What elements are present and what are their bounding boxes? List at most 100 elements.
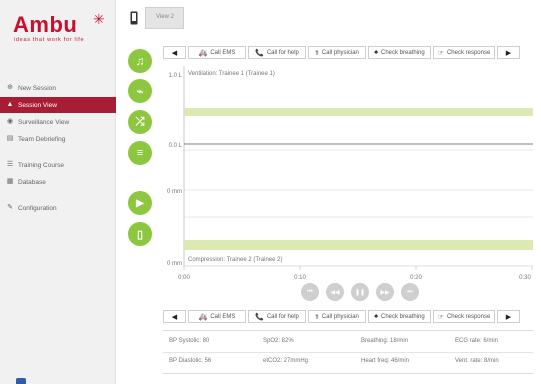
y-label-compression-top: 0 mm [167,189,182,195]
physician-icon: ⚕ [315,49,319,57]
wrench-icon: ✎ [7,204,13,211]
call-physician-button[interactable]: ⚕ Call physician [308,310,366,323]
database-icon: ▦ [6,178,14,185]
vitals-panel: BP Systolic: 80 SpO2: 82% Breathing: 18/… [163,330,533,374]
logo-wordmark: Ambu [13,12,78,37]
settings-sliders-button[interactable]: ≡ [128,141,152,165]
sidebar-item-new-session[interactable]: ⊕ New Session [0,80,116,96]
sidebar: Ambu ✳ ideas that work for life ⊕ New Se… [0,0,116,384]
sidebar-item-label: Surveillance View [18,118,70,126]
sidebar-item-configuration[interactable]: ✎ Configuration [0,200,116,216]
sidebar-item-label: Team Debriefing [18,135,66,143]
vitals-divider [163,352,533,353]
check-breathing-button[interactable]: ♠ Check breathing [368,46,431,59]
logo-tagline: ideas that work for life [14,37,85,43]
compression-title: Compression: Trainee 2 (Trainee 2) [188,257,283,263]
heartbeat-icon: ⌁ [136,85,144,98]
sidebar-item-team-debriefing[interactable]: ▤ Team Debriefing [0,131,116,147]
phone-device-button[interactable] [127,8,141,28]
ambulance-icon: 🚑 [198,49,208,57]
app-window: Ambu ✳ ideas that work for life ⊕ New Se… [0,0,541,384]
sidebar-item-database[interactable]: ▦ Database [0,174,116,190]
ventilation-title: Ventilation: Trainee 1 (Trainee 1) [188,71,275,77]
scroll-right-button[interactable]: ▶ [497,46,520,59]
shuffle-button[interactable]: ⤮ [128,110,152,134]
music-note-icon: ♫ [135,54,145,68]
plus-circle-icon: ⊕ [7,84,13,91]
eye-icon: ◉ [6,118,14,125]
call-ems-button[interactable]: 🚑 Call EMS [188,46,246,59]
arrow-right-icon: ▶ [505,313,512,321]
lungs-icon: ♠ [374,49,378,56]
ecg-rate-value: ECG rate: 6/min [455,338,499,344]
y-label-ventilation-max: 1.0 L [169,73,183,79]
sidebar-item-label: Configuration [18,204,57,212]
bp-systolic-value: BP Systolic: 80 [169,338,210,344]
play-button[interactable]: ▶ [128,191,152,215]
forward-button[interactable]: ▶▶ [376,283,394,301]
pause-button[interactable]: ❚❚ [351,283,369,301]
person-icon: ▲ [6,101,14,108]
shuffle-icon: ⤮ [135,115,145,128]
spo2-value: SpO2: 82% [263,338,294,344]
call-for-help-button[interactable]: 📞 Call for help [248,46,306,59]
y-label-compression-bottom: 0 mm [167,261,182,267]
chart-svg: 0:00 0:10 0:20 0:30 1.0 L 0.0 L 0 mm 0 m… [167,66,533,281]
scroll-left-button[interactable]: ◀ [163,46,186,59]
ambu-logo: Ambu ✳ ideas that work for life [13,11,113,48]
call-ems-label: Call EMS [210,49,236,56]
call-ems-label: Call EMS [210,313,236,320]
forward-icon: ▶▶ [380,289,390,296]
call-physician-button[interactable]: ⚕ Call physician [308,46,366,59]
physician-icon: ⚕ [315,313,319,321]
breathing-value: Breathing: 18/min [361,338,409,344]
check-response-button[interactable]: ☞ Check response [433,46,495,59]
list-icon: ☰ [6,161,14,168]
heartbeat-button[interactable]: ⌁ [128,79,152,103]
check-response-label: Check response [446,49,491,56]
action-toolbar-bottom: ◀ 🚑 Call EMS 📞 Call for help ⚕ Call physici… [163,310,533,323]
sidebar-item-training-course[interactable]: ☰ Training Course [0,157,116,173]
bp-diastolic-value: BP Diastolic: 56 [169,358,212,364]
y-label-ventilation-min: 0.0 L [169,143,183,149]
sidebar-item-session-view[interactable]: ▲ Session View [0,97,116,113]
lungs-icon: ♠ [374,313,378,320]
session-chart: 0:00 0:10 0:20 0:30 1.0 L 0.0 L 0 mm 0 m… [163,66,533,304]
sidebar-footer-marker [16,378,26,384]
check-breathing-button[interactable]: ♠ Check breathing [368,310,431,323]
phone-icon [130,11,138,25]
document-icon: ▤ [6,135,14,142]
skip-forward-icon: ⏭ [407,288,413,295]
arrow-left-icon: ◀ [171,49,178,57]
logo-star-icon: ✳ [93,11,105,27]
sidebar-item-label: Session View [18,101,57,109]
rewind-button[interactable]: ◀◀ [326,283,344,301]
heart-freq-value: Heart freq: 46/min [361,358,410,364]
arrow-right-icon: ▶ [505,49,512,57]
music-button[interactable]: ♫ [128,49,152,73]
phone-icon: 📞 [255,49,264,57]
call-for-help-button[interactable]: 📞 Call for help [248,310,306,323]
arrow-left-icon: ◀ [171,313,178,321]
x-tick-label: 0:00 [178,275,190,281]
call-for-help-label: Call for help [266,313,299,320]
action-toolbar-top: ◀ 🚑 Call EMS 📞 Call for help ⚕ Call physici… [163,46,533,59]
etco2-value: etCO2: 27mmHg [263,358,309,364]
call-ems-button[interactable]: 🚑 Call EMS [188,310,246,323]
x-tick-label: 0:10 [294,275,306,281]
call-physician-label: Call physician [321,313,359,320]
device-button[interactable]: ▯ [128,222,152,246]
compression-target-band [184,240,533,250]
skip-to-end-button[interactable]: ⏭ [401,283,419,301]
ventilation-target-band [184,108,533,116]
call-for-help-label: Call for help [266,49,299,56]
sidebar-item-label: Training Course [18,161,65,169]
skip-to-start-button[interactable]: ⏮ [301,283,319,301]
scroll-right-button[interactable]: ▶ [497,310,520,323]
sidebar-item-surveillance-view[interactable]: ◉ Surveillance View [0,114,116,130]
check-response-button[interactable]: ☞ Check response [433,310,495,323]
hand-icon: ☞ [437,313,444,321]
tab-view-2[interactable]: View 2 [145,7,184,29]
scroll-left-button[interactable]: ◀ [163,310,186,323]
x-tick-label: 0:20 [410,275,422,281]
